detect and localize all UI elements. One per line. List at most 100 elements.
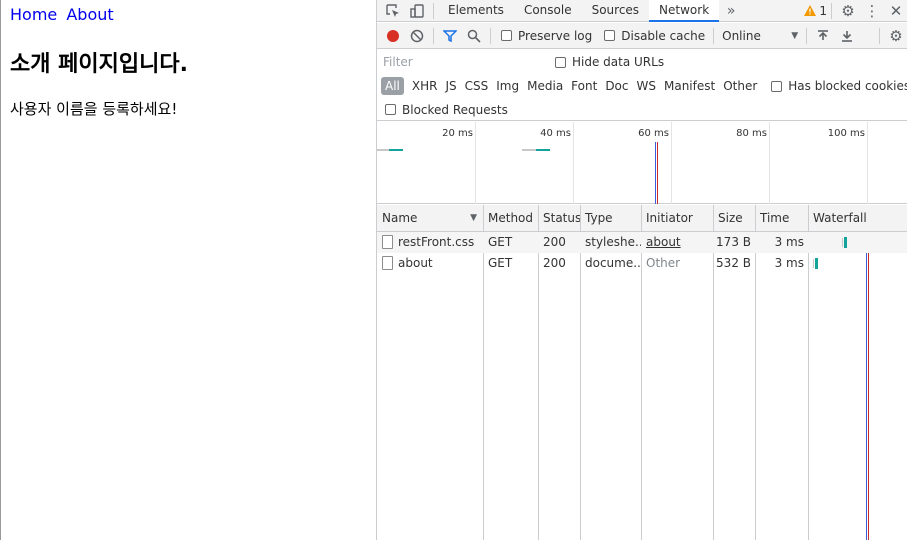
device-toolbar-icon[interactable] — [405, 0, 429, 22]
warning-badge[interactable]: 1 — [804, 4, 827, 18]
overview-tick-label: 80 ms — [736, 128, 767, 139]
overview-request-bar — [522, 149, 536, 151]
page-viewport: Home About 소개 페이지입니다. 사용자 이름을 등록하세요! — [0, 0, 376, 540]
column-header-size[interactable]: Size — [713, 205, 755, 232]
tab-sources[interactable]: Sources — [582, 0, 649, 22]
about-link[interactable]: About — [66, 5, 113, 24]
overview-tick-label: 20 ms — [442, 128, 473, 139]
overview-gridline — [769, 122, 770, 204]
tab-console[interactable]: Console — [514, 0, 582, 22]
column-header-initiator[interactable]: Initiator — [641, 205, 713, 232]
network-settings-icon[interactable]: ⚙ — [884, 25, 907, 47]
cell-time: 3 ms — [774, 235, 804, 249]
table-header: Name ▼ Method Status Type Initiator Size… — [377, 205, 907, 232]
waterfall-bar — [842, 238, 843, 247]
overview-gridline — [573, 122, 574, 204]
type-filter-ws[interactable]: WS — [633, 77, 660, 95]
tab-separator — [433, 2, 434, 19]
page-nav: Home About — [10, 5, 118, 24]
page-text: 사용자 이름을 등록하세요! — [10, 100, 178, 118]
page-heading: 소개 페이지입니다. — [10, 52, 188, 77]
waterfall-load-line — [868, 232, 869, 540]
initiator-link[interactable]: about — [646, 235, 681, 249]
tab-network[interactable]: Network — [649, 0, 720, 22]
cell-name: restFront.css — [377, 232, 483, 253]
type-filter-font[interactable]: Font — [567, 77, 601, 95]
cell-status: 200 — [543, 256, 566, 270]
cell-method: GET — [488, 256, 513, 270]
overview-gridline — [475, 122, 476, 204]
close-devtools-icon[interactable]: ✕ — [884, 0, 907, 22]
blocked-requests-row: Blocked Requests — [377, 99, 907, 121]
type-filter-doc[interactable]: Doc — [601, 77, 632, 95]
type-filter-manifest[interactable]: Manifest — [660, 77, 719, 95]
clear-icon[interactable] — [405, 25, 429, 47]
overview-request-bar — [389, 149, 403, 151]
inspect-element-icon[interactable] — [381, 0, 405, 22]
devtools-tabbar: Elements Console Sources Network » 1 ⚙ ⋮… — [377, 0, 907, 22]
cell-time: 3 ms — [774, 256, 804, 270]
table-row[interactable]: restFront.css GET 200 styleshe... about … — [377, 232, 907, 253]
dropdown-arrow-icon: ▼ — [791, 30, 799, 41]
overview-gridline — [671, 122, 672, 204]
type-filter-js[interactable]: JS — [441, 77, 460, 95]
resource-type-filters: All XHR JS CSS Img Media Font Doc WS Man… — [377, 74, 907, 98]
settings-gear-icon[interactable]: ⚙ — [836, 0, 860, 22]
waterfall-dom-content-loaded-line — [866, 232, 867, 540]
cell-initiator: Other — [646, 256, 681, 270]
cell-method: GET — [488, 235, 513, 249]
checkbox-box — [501, 30, 512, 41]
has-blocked-cookies-label: Has blocked cookies — [788, 79, 907, 93]
blocked-requests-label: Blocked Requests — [402, 102, 508, 117]
throttling-value: Online — [722, 28, 761, 43]
search-icon[interactable] — [462, 25, 486, 47]
network-request-table: Name ▼ Method Status Type Initiator Size… — [377, 205, 907, 540]
type-filter-all[interactable]: All — [381, 77, 404, 95]
cell-status: 200 — [543, 235, 566, 249]
kebab-menu-icon[interactable]: ⋮ — [860, 0, 884, 22]
column-header-status[interactable]: Status — [538, 205, 580, 232]
column-header-waterfall[interactable]: Waterfall — [808, 205, 907, 232]
cell-size: 173 B — [716, 235, 751, 249]
waterfall-bar — [813, 259, 814, 268]
filter-bar: Hide data URLs — [377, 50, 907, 74]
preserve-log-label: Preserve log — [518, 28, 593, 43]
type-filter-css[interactable]: CSS — [461, 77, 493, 95]
import-har-icon[interactable] — [811, 25, 835, 47]
record-icon[interactable] — [381, 25, 405, 47]
sort-desc-icon: ▼ — [470, 213, 477, 223]
column-header-type[interactable]: Type — [580, 205, 641, 232]
hide-data-urls-checkbox[interactable]: Hide data URLs — [555, 55, 664, 69]
filter-input[interactable] — [381, 53, 543, 71]
cell-name: about — [377, 253, 483, 274]
type-filter-xhr[interactable]: XHR — [408, 77, 442, 95]
warning-count: 1 — [819, 3, 827, 18]
type-filter-media[interactable]: Media — [523, 77, 567, 95]
preserve-log-checkbox[interactable]: Preserve log — [501, 29, 592, 43]
hide-data-urls-label: Hide data URLs — [572, 55, 665, 69]
waterfall-bar — [815, 258, 818, 269]
table-row[interactable]: about GET 200 docume... Other 532 B 3 ms — [377, 253, 907, 274]
network-overview[interactable]: 20 ms 40 ms 60 ms 80 ms 100 ms — [377, 122, 907, 204]
type-filter-other[interactable]: Other — [719, 77, 761, 95]
has-blocked-cookies-checkbox[interactable]: Has blocked cookies — [771, 79, 907, 93]
more-tabs-icon[interactable]: » — [719, 0, 743, 22]
column-header-name[interactable]: Name ▼ — [377, 205, 483, 232]
filter-icon[interactable] — [438, 25, 462, 47]
tab-elements[interactable]: Elements — [438, 0, 514, 22]
warning-icon — [804, 5, 817, 16]
home-link[interactable]: Home — [10, 5, 57, 24]
load-event-line — [657, 142, 658, 204]
blocked-requests-checkbox[interactable]: Blocked Requests — [385, 103, 508, 117]
disable-cache-checkbox[interactable]: Disable cache — [604, 29, 705, 43]
overview-request-bar — [536, 149, 550, 151]
overview-request-bar — [377, 149, 389, 151]
column-header-method[interactable]: Method — [483, 205, 538, 232]
checkbox-box — [771, 80, 783, 92]
cell-size: 532 B — [716, 256, 751, 270]
type-filter-img[interactable]: Img — [492, 77, 523, 95]
overview-tick-label: 60 ms — [638, 128, 669, 139]
throttling-select[interactable]: Online ▼ — [722, 29, 798, 43]
column-header-time[interactable]: Time — [755, 205, 808, 232]
export-har-icon[interactable] — [835, 25, 859, 47]
